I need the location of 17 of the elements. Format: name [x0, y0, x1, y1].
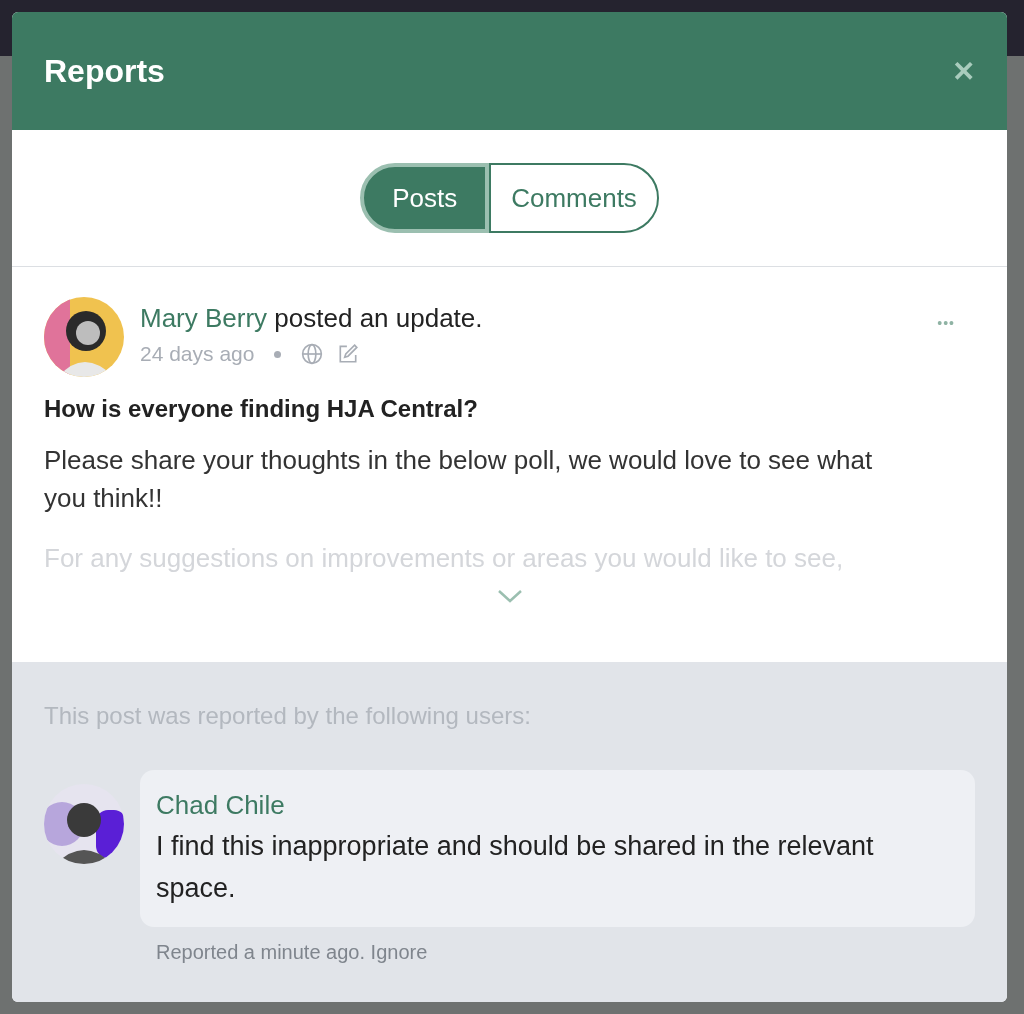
- post-time: 24 days ago: [140, 342, 255, 366]
- chevron-down-icon[interactable]: [496, 589, 523, 603]
- tab[interactable]: Posts: [360, 163, 490, 233]
- more-button[interactable]: •••: [937, 315, 975, 331]
- tab[interactable]: Comments: [489, 163, 659, 233]
- post-paragraph: Please share your thoughts in the below poll, we would love to see what you think!!: [44, 444, 874, 515]
- post-title: How is everyone finding HJA Central?: [44, 395, 479, 423]
- separator-dot: [274, 350, 282, 358]
- post-byline: Mary Berry posted an update.: [140, 303, 484, 334]
- ignore-link[interactable]: Ignore: [370, 941, 428, 963]
- dialog-title: Reports: [44, 52, 165, 90]
- close-button[interactable]: ✕: [952, 54, 975, 88]
- edit-icon[interactable]: [337, 343, 360, 365]
- reporter-name: Chad Chile: [156, 790, 286, 821]
- globe-icon: [301, 343, 324, 365]
- report-text: I find this inappropriate and should be shared in the relevant space.: [156, 830, 875, 905]
- report-time: Reported a minute ago.: [156, 941, 366, 963]
